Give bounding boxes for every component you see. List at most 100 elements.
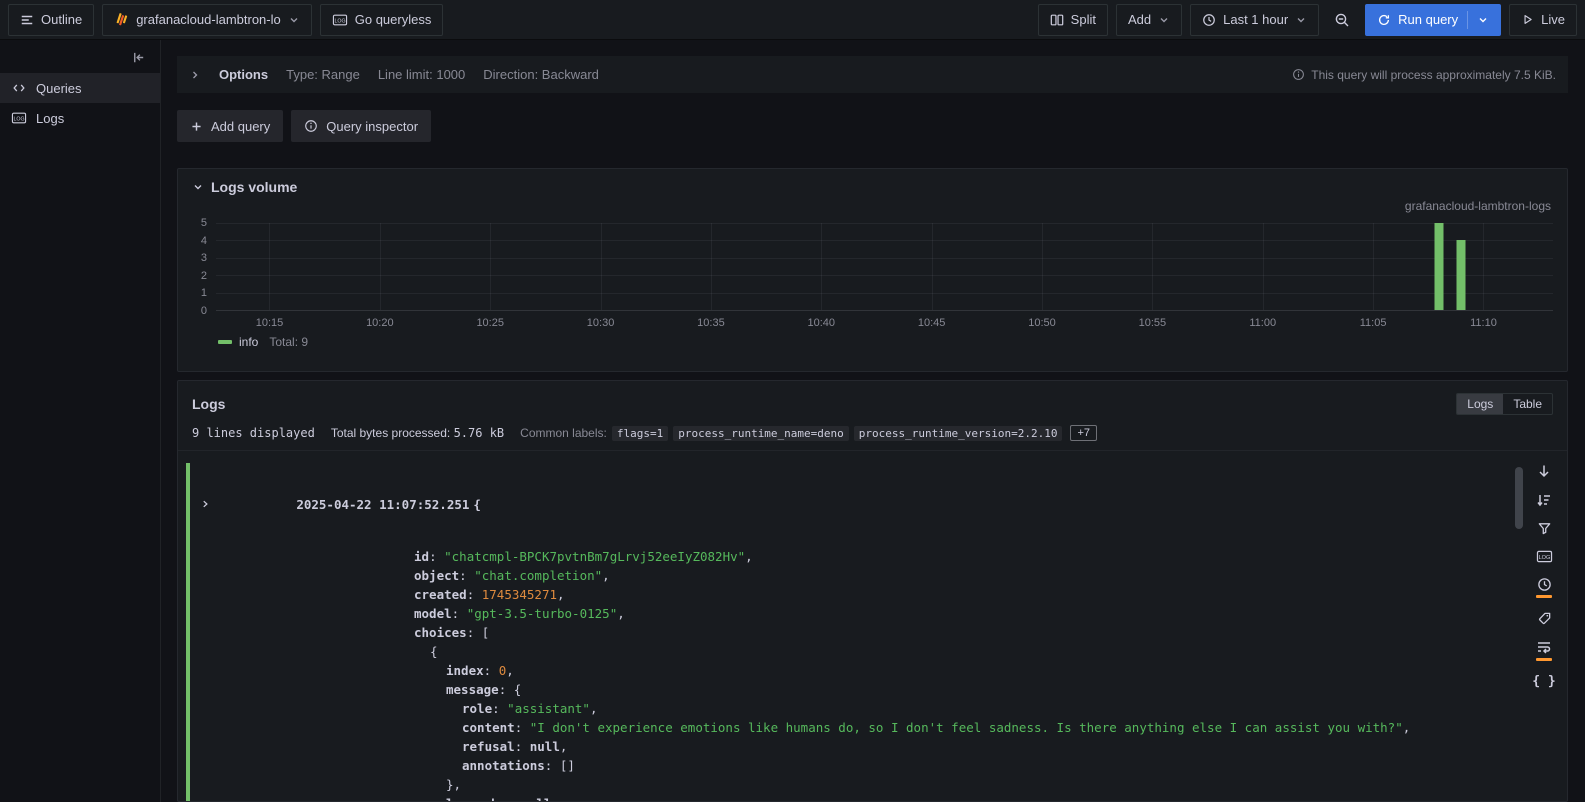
log-json-line: role: "assistant",	[200, 699, 1511, 718]
x-tick-label: 11:10	[1470, 317, 1497, 329]
logs-scrollbar[interactable]	[1515, 465, 1523, 795]
chevron-down-icon	[1158, 14, 1170, 26]
volume-bar	[1435, 223, 1444, 310]
live-button[interactable]: Live	[1509, 4, 1577, 36]
x-tick-label: 11:00	[1249, 317, 1276, 329]
scroll-to-bottom-button[interactable]	[1530, 461, 1558, 481]
toggle-table-option[interactable]: Table	[1503, 394, 1552, 414]
options-title[interactable]: Options	[219, 67, 268, 82]
split-icon	[1050, 13, 1064, 27]
chevron-down-icon[interactable]	[1477, 14, 1489, 26]
split-button[interactable]: Split	[1038, 4, 1108, 36]
gridline	[932, 223, 933, 310]
options-type: Type: Range	[286, 67, 360, 82]
add-button[interactable]: Add	[1116, 4, 1182, 36]
query-actions-row: Add query Query inspector	[177, 110, 1568, 142]
logs-table-toggle: Logs Table	[1456, 393, 1553, 415]
log-json-line: index: 0,	[200, 661, 1511, 680]
explore-toolbar: Outline grafanacloud-lambtron-lo	[0, 0, 1585, 40]
gridline	[216, 258, 1553, 259]
gridline	[216, 223, 1553, 224]
query-options-bar: Options Type: Range Line limit: 1000 Dir…	[177, 56, 1568, 93]
logs-volume-panel: Logs volume grafanacloud-lambtron-logs 5…	[177, 168, 1568, 372]
chevron-right-icon[interactable]	[189, 69, 201, 81]
logs-panel-title: Logs	[192, 396, 225, 412]
zoom-out-icon	[1334, 12, 1350, 28]
scrollbar-thumb[interactable]	[1515, 467, 1523, 529]
clock-icon	[1537, 577, 1552, 592]
common-label-pill: process_runtime_name=deno	[673, 426, 849, 441]
wrap-lines-button[interactable]	[1530, 637, 1558, 663]
legend-item-info[interactable]: info Total: 9	[188, 333, 1553, 349]
bytes-processed-value: 5.76 kB	[454, 426, 505, 440]
play-icon	[1521, 13, 1534, 26]
log-json-line: object: "chat.completion",	[200, 566, 1511, 585]
show-timestamps-button[interactable]	[1530, 575, 1558, 600]
x-tick-label: 10:50	[1028, 317, 1056, 329]
query-inspector-button[interactable]: Query inspector	[291, 110, 431, 142]
query-size-estimate: This query will process approximately 7.…	[1311, 68, 1556, 82]
x-tick-label: 10:15	[256, 317, 284, 329]
gridline	[490, 223, 491, 310]
log-json-line: choices: [	[200, 623, 1511, 642]
gridline	[1373, 223, 1374, 310]
logs-icon: LOG	[11, 111, 27, 125]
chevron-down-icon	[288, 14, 300, 26]
sidebar-item-queries[interactable]: Queries	[0, 73, 160, 103]
x-tick-label: 10:40	[808, 317, 836, 329]
toggle-logs-option[interactable]: Logs	[1457, 394, 1503, 414]
run-query-label: Run query	[1398, 12, 1458, 27]
plot-area	[216, 223, 1553, 311]
live-label: Live	[1541, 12, 1565, 27]
log-json-line: created: 1745345271,	[200, 585, 1511, 604]
sort-icon	[1536, 492, 1552, 508]
x-tick-label: 10:30	[587, 317, 615, 329]
log-row[interactable]: 2025-04-22 11:07:52.251 { id: "chatcmpl-…	[186, 461, 1511, 801]
log-level-stripe	[186, 463, 190, 801]
svg-text:LOG: LOG	[334, 18, 345, 24]
logs-panel: Logs Logs Table 9 lines displayed Total …	[177, 380, 1568, 802]
time-range-picker[interactable]: Last 1 hour	[1190, 4, 1319, 36]
outline-button[interactable]: Outline	[8, 4, 94, 36]
add-query-button[interactable]: Add query	[177, 110, 283, 142]
x-tick-label: 11:05	[1360, 317, 1387, 329]
options-line-limit: Line limit: 1000	[378, 67, 465, 82]
go-queryless-button[interactable]: LOG Go queryless	[320, 4, 444, 36]
gridline	[601, 223, 602, 310]
log-json-line: logprobs: null,	[200, 794, 1511, 801]
log-timestamp: 2025-04-22 11:07:52.251	[296, 495, 469, 514]
sidebar-item-label: Logs	[36, 111, 64, 126]
log-json-line: },	[200, 775, 1511, 794]
gridline	[1042, 223, 1043, 310]
collapse-sidebar-icon[interactable]	[131, 50, 146, 65]
unique-labels-button[interactable]	[1530, 609, 1558, 628]
info-circle-icon	[304, 119, 318, 133]
zoom-out-button[interactable]	[1327, 4, 1357, 36]
collapse-panel-chevron-icon[interactable]	[192, 181, 204, 193]
sidebar-item-label: Queries	[36, 81, 82, 96]
y-axis: 543210	[188, 223, 216, 311]
expand-row-chevron-icon[interactable]	[200, 461, 290, 547]
y-tick-label: 0	[201, 305, 207, 317]
query-inspector-label: Query inspector	[326, 119, 418, 134]
logs-view-button[interactable]: LOG	[1530, 547, 1558, 566]
clock-icon	[1202, 13, 1216, 27]
more-labels-chip[interactable]: +7	[1070, 425, 1097, 441]
info-icon	[1292, 68, 1305, 81]
log-json-line: message: {	[200, 680, 1511, 699]
datasource-picker[interactable]: grafanacloud-lambtron-lo	[102, 4, 312, 36]
wrap-lines-icon	[1536, 639, 1552, 655]
run-query-button[interactable]: Run query	[1365, 4, 1501, 36]
x-tick-label: 10:35	[697, 317, 725, 329]
logs-volume-title: Logs volume	[211, 179, 297, 195]
prettify-json-button[interactable]: { }	[1530, 672, 1558, 691]
explore-sidebar: Queries LOG Logs	[0, 40, 161, 802]
volume-bar	[1457, 240, 1466, 310]
log-json-line: {	[200, 642, 1511, 661]
bytes-processed-label: Total bytes processed:	[331, 426, 450, 440]
sort-order-button[interactable]	[1530, 490, 1558, 510]
x-axis: 10:1510:2010:2510:3010:3510:4010:4510:50…	[216, 311, 1553, 333]
sidebar-item-logs[interactable]: LOG Logs	[0, 103, 160, 133]
filter-button[interactable]	[1530, 519, 1558, 538]
outline-label: Outline	[41, 12, 82, 27]
